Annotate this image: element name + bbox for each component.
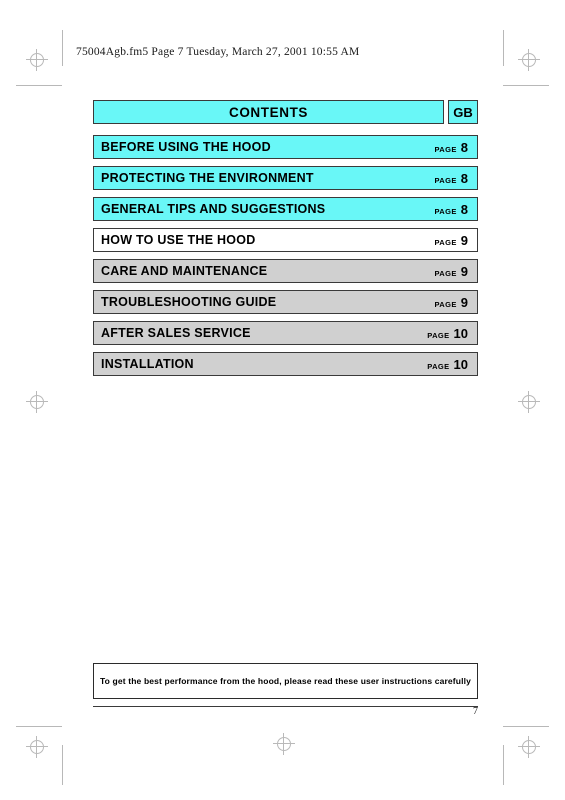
toc-entry-label: PROTECTING THE ENVIRONMENT: [101, 171, 314, 185]
toc-entry-page-reference: PAGE 9: [434, 291, 468, 313]
toc-page-word: PAGE: [434, 238, 457, 247]
toc-page-number: 10: [453, 357, 468, 372]
crop-line-bottom-left-vertical: [62, 745, 63, 785]
crop-line-top-left-vertical: [62, 30, 63, 66]
footer-note-box: To get the best performance from the hoo…: [93, 663, 478, 699]
toc-page-number: 10: [453, 326, 468, 341]
toc-entry-before-using-the-hood[interactable]: BEFORE USING THE HOOD PAGE 8: [93, 135, 478, 159]
toc-entry-care-and-maintenance[interactable]: CARE AND MAINTENANCE PAGE 9: [93, 259, 478, 283]
crop-line-top-right-horizontal: [503, 85, 549, 86]
toc-page-word: PAGE: [434, 176, 457, 185]
registration-mark-bottom-center: [273, 733, 295, 755]
contents-title-bar: CONTENTS: [93, 100, 444, 124]
registration-mark-middle-left: [26, 391, 48, 413]
toc-page-number: 8: [460, 202, 468, 217]
toc-entry-page-reference: PAGE 10: [427, 353, 468, 375]
toc-entry-page-reference: PAGE 10: [427, 322, 468, 344]
page-number: 7: [473, 706, 478, 717]
language-code-label: GB: [453, 104, 473, 120]
toc-entry-label: GENERAL TIPS AND SUGGESTIONS: [101, 202, 326, 216]
toc-page-word: PAGE: [434, 300, 457, 309]
toc-entry-general-tips-and-suggestions[interactable]: GENERAL TIPS AND SUGGESTIONS PAGE 8: [93, 197, 478, 221]
toc-entry-after-sales-service[interactable]: AFTER SALES SERVICE PAGE 10: [93, 321, 478, 345]
table-of-contents: CONTENTS GB BEFORE USING THE HOOD PAGE 8…: [93, 100, 478, 383]
toc-entry-label: INSTALLATION: [101, 357, 194, 371]
toc-page-number: 8: [460, 140, 468, 155]
toc-page-number: 8: [460, 171, 468, 186]
toc-entry-protecting-the-environment[interactable]: PROTECTING THE ENVIRONMENT PAGE 8: [93, 166, 478, 190]
printed-page: 75004Agb.fm5 Page 7 Tuesday, March 27, 2…: [0, 0, 565, 800]
toc-entry-installation[interactable]: INSTALLATION PAGE 10: [93, 352, 478, 376]
language-code-box: GB: [448, 100, 478, 124]
toc-entry-how-to-use-the-hood[interactable]: HOW TO USE THE HOOD PAGE 9: [93, 228, 478, 252]
toc-page-word: PAGE: [434, 269, 457, 278]
registration-mark-top-right: [518, 49, 540, 71]
crop-line-bottom-right-horizontal: [503, 726, 549, 727]
toc-page-word: PAGE: [434, 145, 457, 154]
toc-entry-troubleshooting-guide[interactable]: TROUBLESHOOTING GUIDE PAGE 9: [93, 290, 478, 314]
toc-page-word: PAGE: [434, 207, 457, 216]
toc-entry-label: CARE AND MAINTENANCE: [101, 264, 268, 278]
toc-page-number: 9: [460, 295, 468, 310]
registration-mark-bottom-right: [518, 736, 540, 758]
toc-entry-label: AFTER SALES SERVICE: [101, 326, 251, 340]
footer-rule: [93, 706, 478, 707]
crop-line-bottom-left-horizontal: [16, 726, 62, 727]
toc-entry-page-reference: PAGE 8: [434, 167, 468, 189]
registration-mark-middle-right: [518, 391, 540, 413]
toc-entry-page-reference: PAGE 9: [434, 260, 468, 282]
footer-note-text: To get the best performance from the hoo…: [99, 676, 472, 686]
toc-page-word: PAGE: [427, 362, 450, 371]
toc-entry-page-reference: PAGE 8: [434, 136, 468, 158]
contents-title-row: CONTENTS GB: [93, 100, 478, 124]
file-header-line: 75004Agb.fm5 Page 7 Tuesday, March 27, 2…: [76, 46, 360, 58]
crop-line-top-left-horizontal: [16, 85, 62, 86]
toc-entry-label: HOW TO USE THE HOOD: [101, 233, 256, 247]
registration-mark-bottom-left: [26, 736, 48, 758]
toc-page-number: 9: [460, 264, 468, 279]
crop-line-top-right-vertical: [503, 30, 504, 66]
toc-page-word: PAGE: [427, 331, 450, 340]
crop-line-bottom-right-vertical: [503, 745, 504, 785]
toc-entry-label: TROUBLESHOOTING GUIDE: [101, 295, 277, 309]
contents-title: CONTENTS: [228, 104, 309, 120]
toc-entry-page-reference: PAGE 9: [434, 229, 468, 251]
toc-page-number: 9: [460, 233, 468, 248]
toc-entry-label: BEFORE USING THE HOOD: [101, 140, 271, 154]
toc-entry-page-reference: PAGE 8: [434, 198, 468, 220]
registration-mark-top-left: [26, 49, 48, 71]
